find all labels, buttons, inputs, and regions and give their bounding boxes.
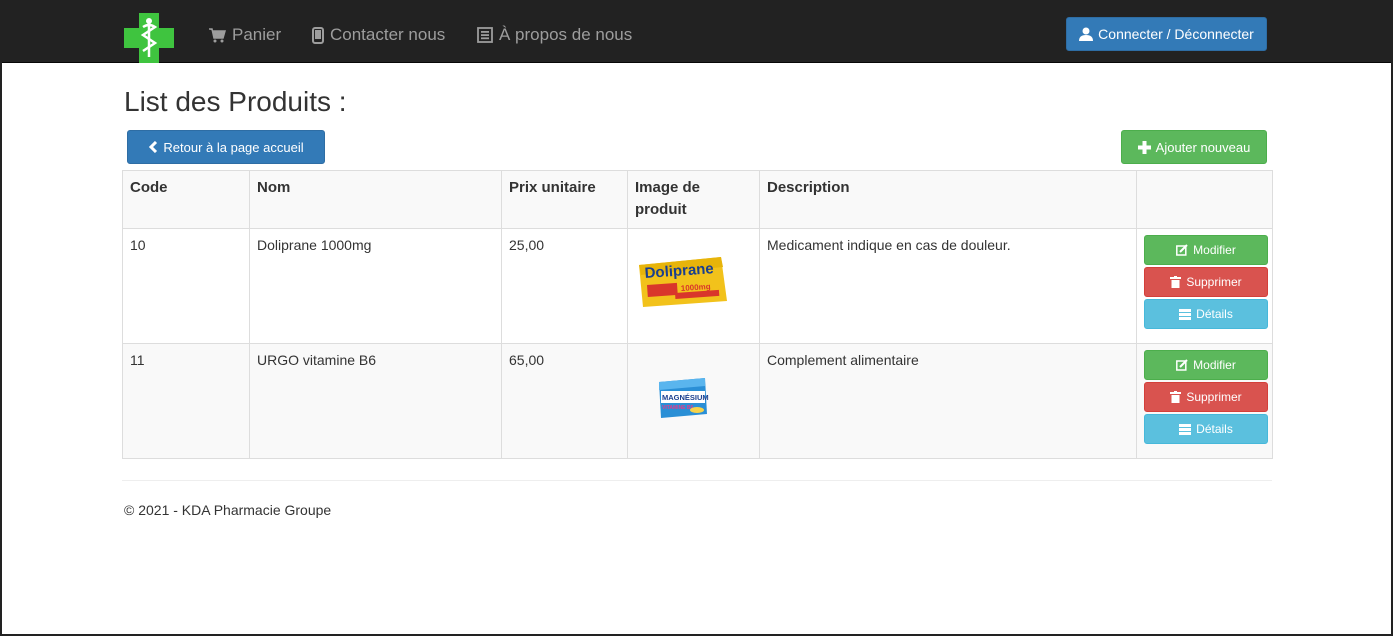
- details-button[interactable]: Détails: [1144, 414, 1268, 444]
- nav-item-a-propos[interactable]: À propos de nous: [477, 25, 632, 45]
- delete-label: Supprimer: [1186, 390, 1242, 404]
- details-button[interactable]: Détails: [1144, 299, 1268, 329]
- nav-item-panier[interactable]: Panier: [208, 25, 281, 45]
- header-prix: Prix unitaire: [501, 170, 628, 229]
- product-image-magnesium: MAGNÉSIUM VITAMINE B6: [659, 378, 709, 418]
- user-icon: [1079, 27, 1094, 41]
- nav-item-contacter[interactable]: Contacter nous: [312, 25, 445, 45]
- header-description: Description: [759, 170, 1137, 229]
- footer-divider: [122, 480, 1272, 481]
- product-image-title: MAGNÉSIUM: [662, 393, 709, 402]
- details-label: Détails: [1196, 307, 1233, 321]
- product-image-doliprane: Doliprane 1000mg: [639, 257, 727, 307]
- cell-image: Doliprane 1000mg: [627, 228, 760, 344]
- pharmacy-cross-logo[interactable]: [124, 13, 174, 63]
- delete-button[interactable]: Supprimer: [1144, 382, 1268, 412]
- edit-button[interactable]: Modifier: [1144, 350, 1268, 380]
- edit-button[interactable]: Modifier: [1144, 235, 1268, 265]
- navbar: Panier Contacter nous À propos de nous C…: [2, 2, 1391, 63]
- cell-code: 11: [122, 343, 250, 459]
- nav-item-label: Contacter nous: [330, 25, 446, 44]
- cell-prix: 25,00: [501, 228, 628, 344]
- table-row: 11 URGO vitamine B6 65,00 MAGNÉSIUM VITA…: [122, 343, 1273, 459]
- list-alt-icon: [477, 27, 493, 43]
- login-logout-label: Connecter / Déconnecter: [1098, 26, 1254, 42]
- table-header-row: Code Nom Prix unitaire Image de produit …: [122, 170, 1273, 229]
- delete-label: Supprimer: [1186, 275, 1242, 289]
- add-new-label: Ajouter nouveau: [1155, 139, 1251, 155]
- cell-nom: URGO vitamine B6: [249, 343, 502, 459]
- back-home-button[interactable]: Retour à la page accueil: [127, 130, 325, 164]
- add-new-button[interactable]: Ajouter nouveau: [1121, 130, 1267, 164]
- cell-actions: Modifier Supprimer Détails: [1136, 343, 1273, 459]
- table-row: 10 Doliprane 1000mg 25,00 Doliprane 1000…: [122, 228, 1273, 344]
- trash-icon: [1170, 276, 1182, 288]
- header-actions: [1136, 170, 1273, 229]
- login-logout-button[interactable]: Connecter / Déconnecter: [1066, 17, 1267, 51]
- list-icon: [1179, 423, 1192, 435]
- back-home-label: Retour à la page accueil: [163, 139, 304, 155]
- phone-icon: [312, 26, 324, 44]
- trash-icon: [1170, 391, 1182, 403]
- edit-icon: [1176, 359, 1188, 371]
- edit-label: Modifier: [1193, 243, 1236, 257]
- cell-description: Medicament indique en cas de douleur.: [759, 228, 1137, 344]
- delete-button[interactable]: Supprimer: [1144, 267, 1268, 297]
- list-icon: [1179, 308, 1192, 320]
- cell-actions: Modifier Supprimer Détails: [1136, 228, 1273, 344]
- edit-icon: [1176, 244, 1188, 256]
- product-image-subtitle: VITAMINE B6: [662, 405, 694, 411]
- cell-description: Complement alimentaire: [759, 343, 1137, 459]
- cell-code: 10: [122, 228, 250, 344]
- header-image: Image de produit: [627, 170, 760, 229]
- cell-nom: Doliprane 1000mg: [249, 228, 502, 344]
- cell-prix: 65,00: [501, 343, 628, 459]
- cell-image: MAGNÉSIUM VITAMINE B6: [627, 343, 760, 459]
- header-nom: Nom: [249, 170, 502, 229]
- nav-item-label: À propos de nous: [499, 25, 633, 44]
- plus-icon: [1137, 140, 1151, 154]
- shopping-cart-icon: [209, 28, 226, 43]
- details-label: Détails: [1196, 422, 1233, 436]
- page-title: List des Produits :: [124, 86, 347, 117]
- nav-item-label: Panier: [232, 25, 282, 44]
- edit-label: Modifier: [1193, 358, 1236, 372]
- footer-copyright: © 2021 - KDA Pharmacie Groupe: [124, 502, 332, 518]
- header-code: Code: [122, 170, 250, 229]
- products-table: Code Nom Prix unitaire Image de produit …: [122, 170, 1273, 459]
- chevron-left-icon: [149, 141, 158, 153]
